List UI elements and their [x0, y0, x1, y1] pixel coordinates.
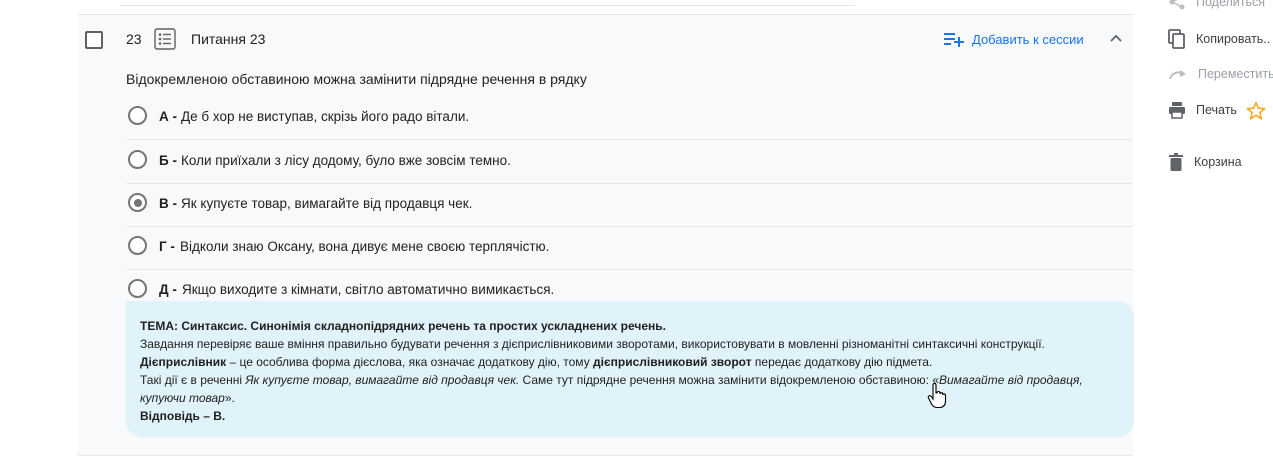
- question-type-list-icon: [154, 28, 176, 50]
- share-icon: [1169, 0, 1185, 10]
- explanation-answer: Відповідь – В.: [140, 409, 226, 423]
- option-letter: Д -: [159, 282, 177, 297]
- radio-button[interactable]: [128, 150, 147, 169]
- trash-icon: [1169, 153, 1183, 171]
- explanation-task: Завдання перевіряє ваше вміння правильно…: [140, 337, 1045, 351]
- share-button[interactable]: Поделиться: [1168, 0, 1265, 13]
- radio-button[interactable]: [128, 106, 147, 125]
- answer-option-h[interactable]: Г - Відколи знаю Оксану, вона дивує мене…: [126, 226, 1132, 270]
- explanation-theme: ТЕМА: Синтаксис. Синонімія складнопідряд…: [140, 319, 666, 333]
- print-label: Печать: [1196, 103, 1237, 117]
- star-icon[interactable]: [1246, 101, 1266, 121]
- add-to-session-button[interactable]: Добавить к сессии: [944, 28, 1084, 50]
- playlist-add-icon: [944, 33, 964, 47]
- print-icon: [1169, 102, 1185, 119]
- option-letter: Г -: [159, 239, 175, 254]
- option-letter: А -: [159, 109, 177, 124]
- question-number: 23: [126, 31, 142, 47]
- trash-label: Корзина: [1194, 155, 1242, 169]
- option-text: Де б хор не виступав, скрізь його радо в…: [181, 109, 470, 124]
- answer-option-v[interactable]: В - Як купуєте товар, вимагайте від прод…: [126, 183, 1132, 227]
- answer-option-a[interactable]: А - Де б хор не виступав, скрізь його ра…: [126, 96, 1132, 140]
- radio-button[interactable]: [128, 279, 147, 298]
- explanation-analysis: Такі дії є в реченні Як купуєте товар, в…: [140, 373, 1083, 405]
- hand-cursor-icon: [927, 383, 947, 409]
- trash-button[interactable]: Корзина: [1168, 151, 1242, 173]
- radio-button-selected[interactable]: [128, 193, 147, 212]
- question-title: Питання 23: [191, 31, 266, 47]
- previous-card-edge: [120, 0, 855, 6]
- option-text: Як купуєте товар, вимагайте від продавця…: [181, 196, 473, 211]
- option-text: Якщо виходите з кімнати, світло автомати…: [182, 282, 555, 297]
- option-letter: В -: [159, 196, 177, 211]
- copy-icon: [1168, 29, 1185, 49]
- option-text: Коли приїхали з лісу додому, було вже зо…: [181, 153, 511, 168]
- share-label: Поделиться: [1196, 0, 1266, 9]
- select-question-checkbox[interactable]: [85, 31, 103, 49]
- move-label: Переместить: [1198, 67, 1273, 81]
- copy-button[interactable]: Копировать..: [1168, 28, 1270, 50]
- option-text: Відколи знаю Оксану, вона дивує мене сво…: [180, 239, 550, 254]
- copy-label: Копировать..: [1196, 32, 1271, 46]
- explanation-definition: Дієприслівник – це особлива форма дієсло…: [140, 355, 933, 369]
- redo-arrow-icon: [1169, 70, 1186, 80]
- option-letter: Б -: [159, 153, 177, 168]
- explanation-box: ТЕМА: Синтаксис. Синонімія складнопідряд…: [126, 301, 1134, 437]
- add-to-session-label: Добавить к сессии: [972, 31, 1084, 47]
- question-text: Відокремленою обставиною можна замінити …: [126, 71, 587, 87]
- move-button[interactable]: Переместить: [1168, 63, 1273, 85]
- chevron-up-icon[interactable]: [1108, 30, 1124, 46]
- print-button[interactable]: Печать: [1168, 99, 1237, 121]
- answer-option-b[interactable]: Б - Коли приїхали з лісу додому, було вж…: [126, 140, 1132, 184]
- radio-button[interactable]: [128, 236, 147, 255]
